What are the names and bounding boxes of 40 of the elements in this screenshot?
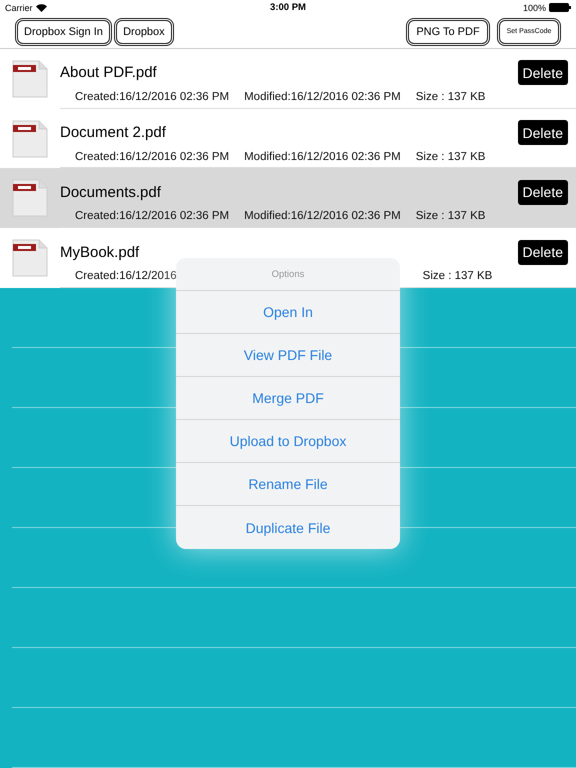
file-name: About PDF.pdf (60, 64, 157, 82)
carrier-label: Carrier (5, 2, 33, 13)
pdf-file-icon (12, 60, 48, 98)
delete-button[interactable]: Delete (518, 240, 568, 265)
battery-percentage: 100% (522, 2, 546, 13)
delete-button[interactable]: Delete (518, 60, 568, 86)
menu-item[interactable]: Merge PDF (176, 377, 400, 420)
modified-date: Modified:16/12/2016 02:36 PM (244, 210, 401, 222)
pdf-file-icon (12, 179, 48, 218)
menu-item[interactable]: Duplicate File (176, 506, 400, 549)
delete-button[interactable]: Delete (518, 120, 568, 146)
file-size: Size : 137 KB (416, 150, 486, 163)
pdf-file-icon (12, 239, 48, 278)
sign-in-button[interactable]: Dropbox Sign In (17, 20, 110, 44)
file-name: Document 2.pdf (60, 124, 166, 142)
menu-item[interactable]: View PDF File (176, 334, 400, 377)
file-row[interactable]: Document 2.pdf Delete Created:16/12/2016 02:36 PM Modified:16/12/2016 02:36 PM Size : 137 KB (0, 108, 576, 168)
delete-button[interactable]: Delete (518, 180, 568, 205)
wifi-icon (36, 4, 47, 12)
modified-date: Modified:16/12/2016 02:36 PM (244, 90, 401, 103)
dropbox-button[interactable]: Dropbox (116, 20, 172, 44)
file-size: Size : 137 KB (416, 90, 486, 103)
file-size: Size : 137 KB (422, 270, 492, 282)
battery-icon (549, 3, 571, 12)
convert-button[interactable]: PNG To PDF (408, 20, 488, 44)
file-name: MyBook.pdf (60, 244, 140, 261)
created-date: Created:16/12/2016 (75, 270, 177, 282)
file-name: Documents.pdf (60, 184, 161, 201)
file-row[interactable]: Documents.pdf Delete Created:16/12/2016 02:36 PM Modified:16/12/2016 02:36 PM Size : 137 KB (0, 168, 576, 228)
clock-time: 3:00 PM (270, 2, 306, 14)
created-date: Created:16/12/2016 02:36 PM (75, 150, 230, 163)
menu-item[interactable]: Rename File (176, 463, 400, 506)
popover-title: Options (176, 258, 400, 291)
file-size: Size : 137 KB (416, 210, 486, 222)
created-date: Created:16/12/2016 02:36 PM (75, 210, 230, 222)
menu-item[interactable]: Open In (176, 291, 400, 334)
modified-date: Modified:16/12/2016 02:36 PM (244, 150, 401, 163)
pdf-file-icon (12, 120, 48, 158)
menu-item[interactable]: Upload to Dropbox (176, 420, 400, 463)
created-date: Created:16/12/2016 02:36 PM (75, 90, 230, 103)
